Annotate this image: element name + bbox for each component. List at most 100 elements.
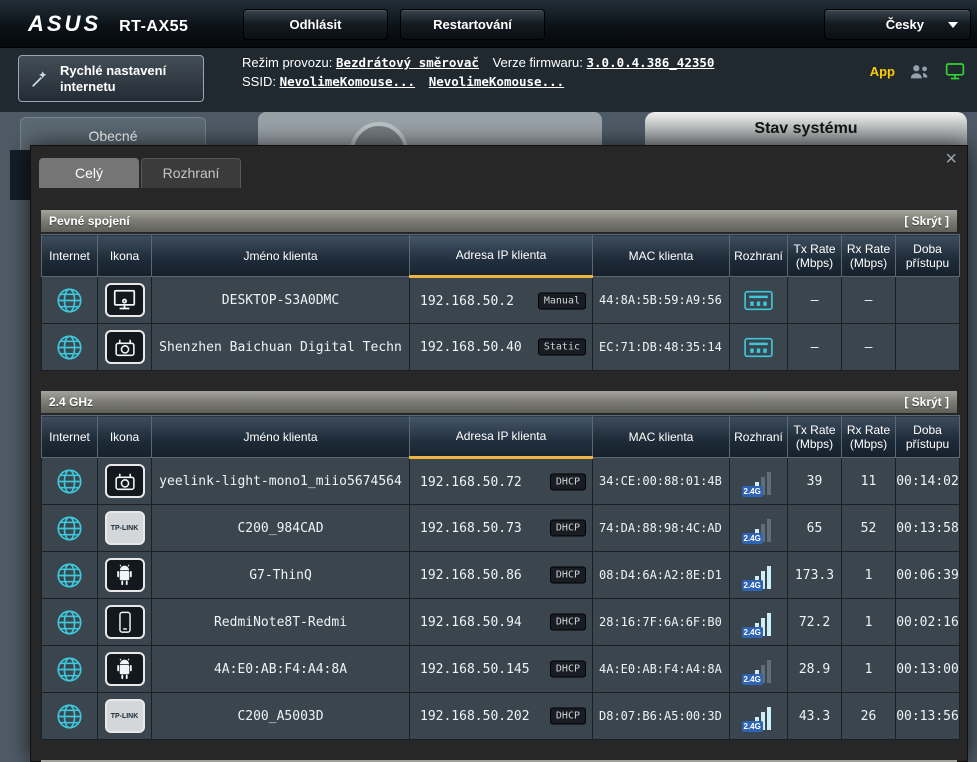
rx-rate-cell: 52 [842, 505, 896, 552]
table-row: yeelink-light-mono1_miio5674564192.168.5… [42, 458, 960, 505]
table-row: Shenzhen Baichuan Digital Techn192.168.5… [42, 324, 960, 371]
interface-cell: 2.4G [730, 458, 788, 505]
ssid-link-2[interactable]: NevolimeKomouse... [429, 74, 564, 89]
rx-rate-cell: – [842, 277, 896, 324]
client-name-cell: C200_984CAD [152, 505, 410, 552]
mode-link[interactable]: Bezdrátový směrovač [336, 55, 479, 70]
chevron-down-icon [948, 22, 958, 28]
android-icon [105, 652, 145, 686]
language-selector[interactable]: Česky [824, 9, 971, 40]
app-link[interactable]: App [870, 64, 895, 79]
internet-cell [42, 324, 98, 371]
device-icon-cell [98, 458, 152, 505]
tx-rate-cell: – [788, 324, 842, 371]
infobar-icons: App [870, 62, 965, 81]
table-row: TP-LINKC200_984CAD192.168.50.73DHCP74:DA… [42, 505, 960, 552]
column-header[interactable]: Doba přístupu [896, 416, 960, 458]
rx-rate-cell: 1 [842, 599, 896, 646]
wifi-signal-icon: 2.4G [747, 703, 771, 730]
wifi-signal-icon: 2.4G [747, 656, 771, 683]
android-icon [105, 558, 145, 592]
device-icon-cell [98, 277, 152, 324]
router-info-text: Režim provozu: Bezdrátový směrovač Verze… [242, 53, 724, 91]
mac-cell: 4A:E0:AB:F4:A4:8A [593, 646, 730, 693]
wifi-signal-icon: 2.4G [747, 468, 771, 495]
tplink-icon: TP-LINK [105, 699, 145, 733]
mode-label: Režim provozu: [242, 55, 332, 70]
logout-button[interactable]: Odhlásit [243, 9, 388, 40]
hide-link[interactable]: [ Skrýt ] [904, 395, 949, 409]
column-header[interactable]: Jméno klienta [152, 416, 410, 458]
mac-cell: EC:71:DB:48:35:14 [593, 324, 730, 371]
tab-interface[interactable]: Rozhraní [141, 158, 241, 188]
tx-rate-cell: – [788, 277, 842, 324]
band-badge: 2.4G [742, 627, 763, 638]
brand: ASUS RT-AX55 [28, 11, 188, 37]
tab-all[interactable]: Celý [39, 158, 139, 188]
ip-type-badge: Manual [538, 292, 586, 309]
column-header[interactable]: Rozhraní [730, 416, 788, 458]
uptime-cell: 00:02:16 [896, 599, 960, 646]
column-header[interactable]: Adresa IP klienta [410, 416, 593, 458]
tplink-logo: TP-LINK [111, 713, 139, 720]
ip-type-badge: DHCP [550, 567, 586, 584]
globe-icon [56, 515, 83, 542]
uptime-cell: 00:14:02 [896, 458, 960, 505]
internet-cell [42, 599, 98, 646]
client-name-cell: C200_A5003D [152, 693, 410, 740]
column-header[interactable]: Rx Rate (Mbps) [842, 235, 896, 277]
column-header[interactable]: Rx Rate (Mbps) [842, 416, 896, 458]
ip-cell: 192.168.50.202DHCP [410, 693, 593, 740]
wifi-signal-icon: 2.4G [747, 562, 771, 589]
device-icon-cell [98, 646, 152, 693]
firmware-link[interactable]: 3.0.0.4.386_42350 [587, 55, 715, 70]
uptime-cell: 00:13:00 [896, 646, 960, 693]
column-header[interactable]: Internet [42, 416, 98, 458]
column-header[interactable]: Doba přístupu [896, 235, 960, 277]
column-header[interactable]: Adresa IP klienta [410, 235, 593, 277]
camera-icon [105, 464, 145, 498]
device-icon-cell [98, 552, 152, 599]
wifi-signal-icon: 2.4G [747, 609, 771, 636]
internet-cell [42, 552, 98, 599]
internet-cell [42, 646, 98, 693]
reboot-button[interactable]: Restartování [400, 9, 545, 40]
phone-icon [105, 605, 145, 639]
tx-rate-cell: 43.3 [788, 693, 842, 740]
mac-cell: 34:CE:00:88:01:4B [593, 458, 730, 505]
tx-rate-cell: 72.2 [788, 599, 842, 646]
close-icon[interactable]: × [945, 149, 957, 169]
uptime-cell: 00:13:56 [896, 693, 960, 740]
quick-setup-button[interactable]: Rychlé nastavení internetu [18, 55, 204, 102]
ssid-link-1[interactable]: NevolimeKomouse... [280, 74, 415, 89]
column-header[interactable]: Jméno klienta [152, 235, 410, 277]
column-header[interactable]: MAC klienta [593, 235, 730, 277]
wired-lan-icon [742, 287, 775, 314]
device-icon-cell: TP-LINK [98, 505, 152, 552]
ip-cell: 192.168.50.94DHCP [410, 599, 593, 646]
column-header[interactable]: Internet [42, 235, 98, 277]
ip-address: 192.168.50.73 [420, 521, 522, 536]
column-header[interactable]: MAC klienta [593, 416, 730, 458]
remote-screen-icon[interactable] [945, 62, 965, 81]
ip-address: 192.168.50.86 [420, 568, 522, 583]
column-header[interactable]: Ikona [98, 235, 152, 277]
client-name-cell: 4A:E0:AB:F4:A4:8A [152, 646, 410, 693]
firmware-label: Verze firmwaru: [493, 55, 583, 70]
system-status-panel-title: Stav systému [645, 112, 967, 146]
column-header[interactable]: Rozhraní [730, 235, 788, 277]
ip-address: 192.168.50.72 [420, 475, 522, 490]
ip-cell: 192.168.50.2Manual [410, 277, 593, 324]
clients-icon[interactable] [909, 63, 931, 80]
band-badge: 2.4G [742, 533, 763, 544]
interface-cell [730, 324, 788, 371]
mac-cell: 08:D4:6A:A2:8E:D1 [593, 552, 730, 599]
column-header[interactable]: Ikona [98, 416, 152, 458]
info-bar: Rychlé nastavení internetu Režim provozu… [0, 48, 977, 112]
router-admin-page: ASUS RT-AX55 Odhlásit Restartování Česky… [0, 0, 977, 762]
column-header[interactable]: Tx Rate (Mbps) [788, 235, 842, 277]
tx-rate-cell: 39 [788, 458, 842, 505]
tplink-icon: TP-LINK [105, 511, 145, 545]
hide-link[interactable]: [ Skrýt ] [904, 214, 949, 228]
column-header[interactable]: Tx Rate (Mbps) [788, 416, 842, 458]
